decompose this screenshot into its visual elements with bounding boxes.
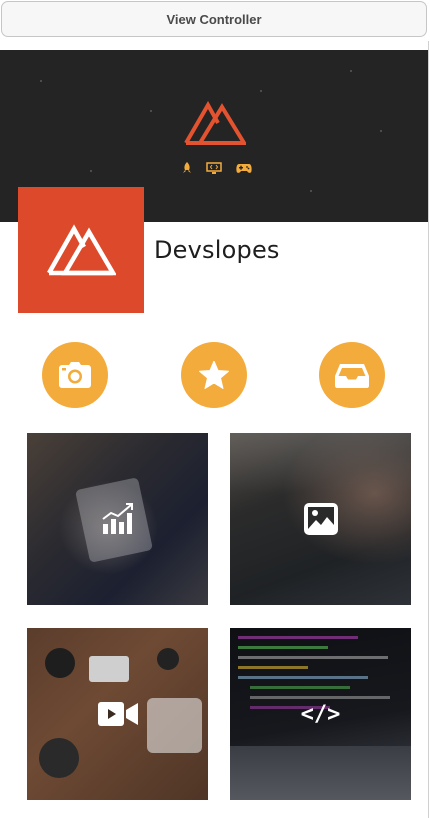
tile-video[interactable] <box>27 628 208 800</box>
window-title-bar: View Controller <box>1 1 427 37</box>
favorite-button[interactable] <box>181 342 247 408</box>
profile-avatar <box>18 187 144 313</box>
bar-chart-icon <box>101 503 133 534</box>
header-icon-row <box>182 162 252 174</box>
inbox-button[interactable] <box>319 342 385 408</box>
tile-photos[interactable] <box>230 433 411 605</box>
profile-name: Devslopes <box>154 236 280 264</box>
camera-icon <box>59 362 91 388</box>
inbox-tray-icon <box>335 364 369 388</box>
header-logo-icon <box>184 101 246 145</box>
gamepad-icon <box>236 163 252 173</box>
video-camera-icon <box>97 702 138 726</box>
star-icon <box>199 361 229 389</box>
camera-button[interactable] <box>42 342 108 408</box>
tile-analytics[interactable] <box>27 433 208 605</box>
code-icon: </> <box>300 701 341 727</box>
tile-code[interactable]: </> <box>230 628 411 800</box>
devslopes-logo-icon <box>47 224 116 276</box>
image-icon <box>303 503 338 535</box>
monitor-code-icon <box>206 162 222 174</box>
view-controller-canvas: Devslopes </> <box>0 41 429 818</box>
window-title: View Controller <box>166 11 262 27</box>
rocket-icon <box>183 162 191 173</box>
